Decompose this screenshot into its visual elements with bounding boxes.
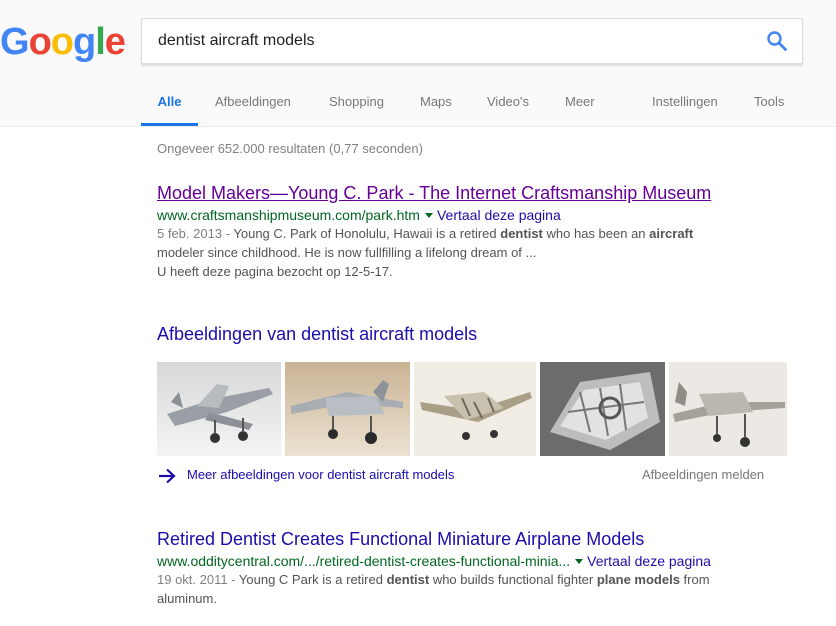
snippet-text: Young C Park is a retired — [235, 572, 387, 587]
logo-letter: l — [95, 21, 106, 63]
result-stats: Ongeveer 652.000 resultaten (0,77 second… — [157, 141, 423, 156]
image-thumbnail[interactable] — [414, 362, 536, 456]
search-box — [141, 18, 803, 64]
search-result: Retired Dentist Creates Functional Minia… — [157, 528, 797, 608]
result-snippet: 19 okt. 2011 - Young C Park is a retired… — [157, 570, 797, 608]
result-snippet: 5 feb. 2013 - Young C. Park of Honolulu,… — [157, 224, 797, 281]
airplane-image — [414, 362, 536, 456]
translate-link[interactable]: Vertaal deze pagina — [437, 207, 561, 223]
report-images-link[interactable]: Afbeeldingen melden — [642, 464, 764, 486]
tab-alle[interactable]: Alle — [141, 86, 198, 126]
dropdown-arrow-icon[interactable] — [575, 558, 584, 564]
image-thumbnail[interactable] — [669, 362, 787, 456]
result-date: 5 feb. 2013 - — [157, 226, 230, 241]
image-thumbnail[interactable] — [540, 362, 665, 456]
logo-letter: G — [0, 21, 30, 63]
airplane-image — [540, 362, 665, 456]
more-images-label: Meer afbeeldingen voor dentist aircraft … — [187, 467, 455, 482]
snippet-bold: dentist — [500, 226, 543, 241]
image-thumbnail[interactable] — [285, 362, 410, 456]
result-url-line: www.craftsmanshipmuseum.com/park.htm Vert… — [157, 206, 797, 224]
snippet-text: who has been an — [542, 226, 650, 241]
header: Google Alle Afbeeldingen Shopping Maps V… — [0, 0, 836, 127]
tab-tools[interactable]: Tools — [754, 86, 784, 126]
tab-shopping[interactable]: Shopping — [329, 86, 384, 126]
airplane-image — [285, 362, 410, 456]
search-button[interactable] — [766, 30, 788, 52]
visited-note: U heeft deze pagina bezocht op 12-5-17. — [157, 264, 393, 279]
logo-letter: o — [28, 21, 52, 63]
snippet-text: who builds functional fighter — [429, 572, 597, 587]
tab-instellingen[interactable]: Instellingen — [652, 86, 718, 126]
translate-link[interactable]: Vertaal deze pagina — [587, 553, 711, 569]
snippet-text: Young C. Park of Honolulu, Hawaii is a r… — [230, 226, 501, 241]
snippet-text: modeler since childhood. He is now fullf… — [157, 245, 537, 260]
result-url: www.odditycentral.com/.../retired-dentis… — [157, 553, 571, 569]
snippet-text: from — [679, 572, 710, 587]
tab-maps[interactable]: Maps — [420, 86, 452, 126]
search-input[interactable] — [158, 19, 738, 63]
logo-letter: g — [73, 21, 96, 63]
logo-letter: e — [104, 21, 126, 63]
result-title-link[interactable]: Model Makers—Young C. Park - The Interne… — [157, 182, 711, 204]
snippet-bold: plane models — [596, 572, 680, 587]
image-thumbnail[interactable] — [157, 362, 281, 456]
dropdown-arrow-icon[interactable] — [424, 212, 433, 218]
google-logo[interactable]: Google — [0, 20, 126, 64]
airplane-image — [669, 362, 787, 456]
tab-videos[interactable]: Video's — [487, 86, 529, 126]
result-date: 19 okt. 2011 - — [157, 572, 236, 587]
tab-meer[interactable]: Meer — [565, 86, 595, 126]
images-heading-link[interactable]: Afbeeldingen van dentist aircraft models — [157, 323, 477, 345]
result-title-link[interactable]: Retired Dentist Creates Functional Minia… — [157, 528, 644, 550]
logo-letter: o — [50, 21, 74, 63]
snippet-bold: dentist — [386, 572, 430, 587]
tab-afbeeldingen[interactable]: Afbeeldingen — [215, 86, 291, 126]
snippet-bold: aircraft — [649, 226, 694, 241]
result-url-line: www.odditycentral.com/.../retired-dentis… — [157, 552, 797, 570]
search-tabs: Alle Afbeeldingen Shopping Maps Video's … — [0, 86, 836, 126]
search-result: Model Makers—Young C. Park - The Interne… — [157, 182, 797, 281]
search-icon — [767, 31, 787, 51]
more-images-link[interactable]: Meer afbeeldingen voor dentist aircraft … — [157, 464, 454, 486]
result-url: www.craftsmanshipmuseum.com/park.htm — [157, 207, 420, 223]
arrow-right-icon — [159, 468, 176, 483]
snippet-text: aluminum. — [157, 591, 217, 606]
airplane-image — [157, 362, 281, 456]
